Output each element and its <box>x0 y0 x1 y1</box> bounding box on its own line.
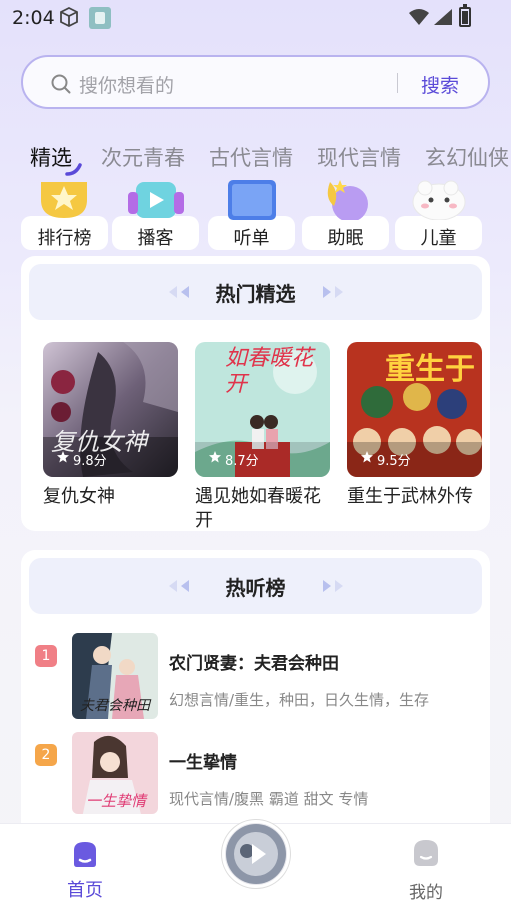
book-cover: 如春暖花开 8.7分 <box>195 342 330 477</box>
double-chevron-right-icon <box>323 286 343 298</box>
bottom-nav: 首页 我的 <box>0 820 511 908</box>
quick-link-label: 排行榜 <box>37 228 92 249</box>
nav-home-label: 首页 <box>67 880 103 901</box>
book-carousel: 复仇女神 9.8分 复仇女神 如春暖花开 8.7分 遇见她如春暖花开 重生于 9… <box>43 342 490 532</box>
moon-star-icon <box>327 180 368 220</box>
tab-fantasy[interactable]: 玄幻仙侠 <box>425 142 509 172</box>
tab-active-indicator <box>65 163 82 176</box>
tab-modern-romance[interactable]: 现代言情 <box>317 142 401 172</box>
rank-cover-text: 夫君会种田 <box>80 698 150 714</box>
rank-badge: 2 <box>35 744 57 766</box>
nav-me-label: 我的 <box>409 883 443 903</box>
status-time: 2:04 <box>12 7 55 29</box>
quick-link-label: 儿童 <box>420 228 457 249</box>
book-title: 复仇女神 <box>43 486 115 507</box>
cloud-face-icon <box>412 180 466 220</box>
rank-title: 农门贤妻：夫君会种田 <box>169 654 339 674</box>
profile-icon <box>414 840 438 866</box>
section-header: 热门精选 <box>29 264 482 320</box>
book-title: 遇见她如春暖花开 <box>195 486 321 531</box>
search-input[interactable]: 搜你想看的 <box>79 71 174 98</box>
section-title: 热门精选 <box>215 282 296 306</box>
star-icon <box>209 451 221 463</box>
app-notification-icon <box>89 7 111 29</box>
book-rating: 8.7分 <box>225 454 259 469</box>
rank-list-item[interactable]: 1 夫君会种田 农门贤妻：夫君会种田 幻想言情/重生，种田，日久生情，生存 <box>35 633 475 735</box>
quick-link-sleep[interactable]: 助眠 <box>302 178 389 250</box>
book-cover-text: 如春暖花开 <box>225 346 314 397</box>
double-chevron-right-icon <box>323 580 343 592</box>
quick-link-playlist[interactable]: 听单 <box>208 178 295 250</box>
quick-link-ranking[interactable]: 排行榜 <box>21 178 108 250</box>
book-cover: 重生于 9.5分 <box>347 342 482 477</box>
quick-links: 排行榜 播客 听单 助眠 儿童 <box>0 178 511 254</box>
mini-player-button[interactable] <box>222 820 290 888</box>
book-rating: 9.8分 <box>73 454 107 469</box>
home-icon <box>74 842 96 867</box>
book-cover: 复仇女神 9.8分 <box>43 342 178 477</box>
status-bar: 2:04 <box>0 0 511 36</box>
rank-title: 一生挚情 <box>169 753 237 773</box>
hot-listen-section: 热听榜 1 夫君会种田 农门贤妻：夫君会种田 幻想言情/重生，种田，日久生情，生… <box>21 550 490 850</box>
quick-link-podcast[interactable]: 播客 <box>112 178 199 250</box>
nav-home[interactable]: 首页 <box>55 834 115 904</box>
trophy-star-icon <box>41 182 87 218</box>
quick-link-label: 助眠 <box>327 228 364 249</box>
play-icon <box>226 824 286 884</box>
book-cover-text: 重生于 <box>385 352 475 387</box>
star-icon <box>361 451 373 463</box>
book-rating: 9.5分 <box>377 454 411 469</box>
book-title: 重生于武林外传 <box>347 486 473 507</box>
section-header: 热听榜 <box>29 558 482 614</box>
playlist-book-icon <box>228 180 276 220</box>
search-bar[interactable]: 搜你想看的 搜索 <box>21 55 490 109</box>
rank-tags: 现代言情/腹黑 霸道 甜文 专情 <box>169 790 369 808</box>
nav-me[interactable]: 我的 <box>396 834 456 904</box>
rank-cover-text: 一生挚情 <box>86 792 147 810</box>
wifi-icon <box>409 9 429 25</box>
cube-icon <box>60 6 78 28</box>
search-divider <box>397 73 398 93</box>
rank-tags: 幻想言情/重生，种田，日久生情，生存 <box>169 691 430 709</box>
headphones-play-icon <box>128 182 184 218</box>
quick-link-kids[interactable]: 儿童 <box>395 178 482 250</box>
search-button[interactable]: 搜索 <box>421 71 459 98</box>
search-icon <box>51 74 71 94</box>
rank-badge: 1 <box>35 645 57 667</box>
hot-picks-section: 热门精选 复仇女神 9.8分 复仇女神 如春暖花开 8.7分 遇见她如春暖花开 … <box>21 256 490 531</box>
star-icon <box>57 451 69 463</box>
signal-icon <box>434 9 452 25</box>
rank-cover: 一生挚情 <box>72 732 158 814</box>
tab-ancient-romance[interactable]: 古代言情 <box>209 142 293 172</box>
quick-link-label: 播客 <box>137 228 174 249</box>
quick-link-label: 听单 <box>233 228 270 249</box>
rank-cover: 夫君会种田 <box>72 633 158 719</box>
tab-youth[interactable]: 次元青春 <box>101 142 185 172</box>
battery-icon <box>459 4 471 27</box>
section-title: 热听榜 <box>225 576 286 600</box>
